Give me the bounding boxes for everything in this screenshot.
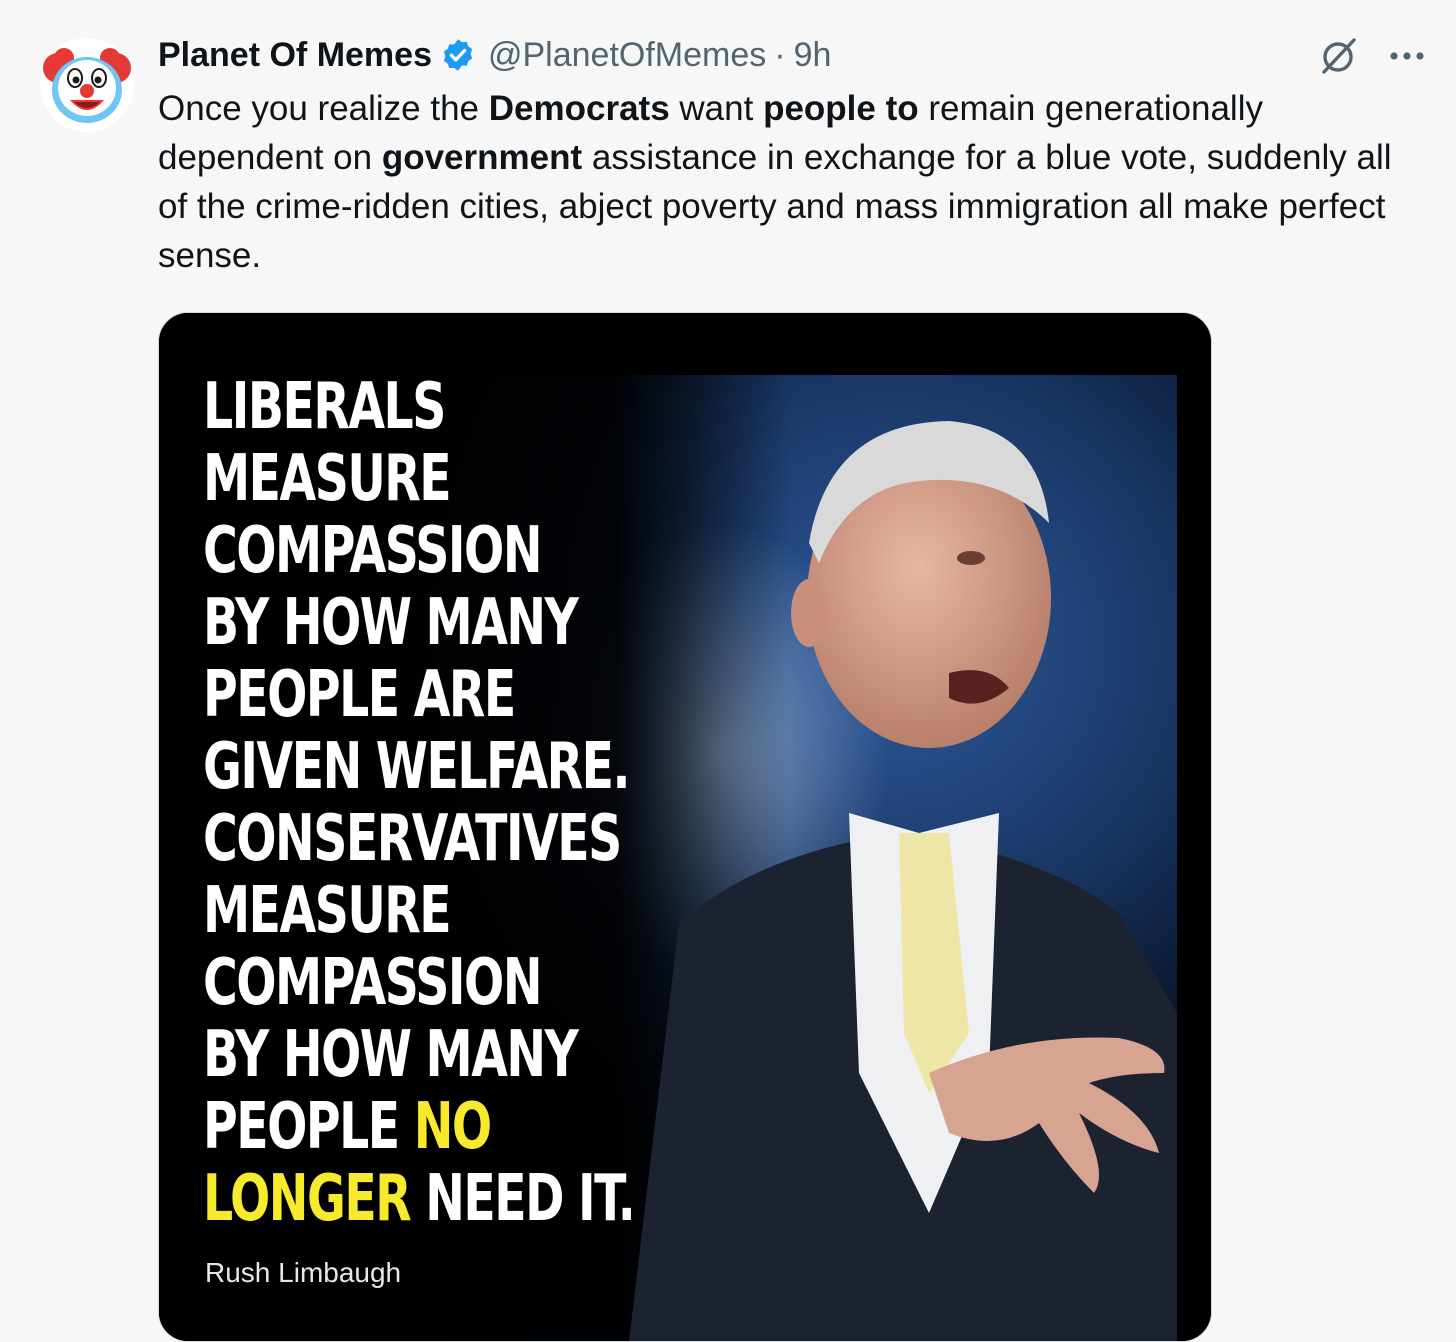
tweet-media-image[interactable]: LIBERALS MEASURE COMPASSION BY HOW MANY … [158, 312, 1212, 1342]
quote-line: GIVEN WELFARE. [203, 730, 631, 804]
text-bold-people-to: people to [763, 89, 919, 128]
quote-line: MEASURE [203, 442, 452, 516]
quote-highlight: LONGER [203, 1162, 412, 1236]
quote-line: PEOPLE ARE [203, 658, 516, 732]
text-bold-democrats: Democrats [488, 89, 670, 128]
text-segment: want [669, 89, 764, 128]
meme-quote-text: LIBERALS MEASURE COMPASSION BY HOW MANY … [203, 370, 636, 1236]
verified-badge-icon[interactable] [440, 37, 476, 73]
clown-face-icon [41, 39, 133, 131]
grok-icon[interactable] [1316, 33, 1362, 79]
text-bold-government: government [381, 138, 583, 177]
quote-line: LONGER NEED IT. [203, 1162, 636, 1236]
author-display-name[interactable]: Planet Of Memes [158, 36, 432, 75]
quote-line: LIBERALS [203, 370, 446, 444]
quote-highlight: NO [413, 1090, 492, 1164]
quote-line-part: NEED IT. [410, 1162, 636, 1236]
author-avatar[interactable] [40, 38, 134, 132]
quote-attribution: Rush Limbaugh [205, 1257, 402, 1288]
quote-line: PEOPLE NO [203, 1091, 634, 1163]
quote-line: BY HOW MANY [203, 586, 579, 660]
post-time[interactable]: 9h [794, 36, 832, 75]
quote-line: BY HOW MANY [203, 1018, 579, 1092]
separator-dot: · [774, 35, 786, 74]
tweet[interactable]: Planet Of Memes @PlanetOfMemes · 9h Once… [0, 0, 1456, 1342]
tweet-header: Planet Of Memes @PlanetOfMemes · 9h [158, 30, 831, 80]
author-handle[interactable]: @PlanetOfMemes [488, 36, 766, 75]
more-options-icon[interactable] [1384, 36, 1430, 76]
quote-line: COMPASSION [203, 514, 542, 588]
quote-line-part: PEOPLE [203, 1090, 414, 1164]
quote-line: MEASURE [203, 874, 452, 948]
text-segment: Once you realize the [158, 89, 489, 128]
tweet-text: Once you realize the Democrats want peop… [158, 84, 1398, 280]
quote-line: CONSERVATIVES [203, 802, 622, 876]
quote-line: COMPASSION [203, 946, 542, 1020]
